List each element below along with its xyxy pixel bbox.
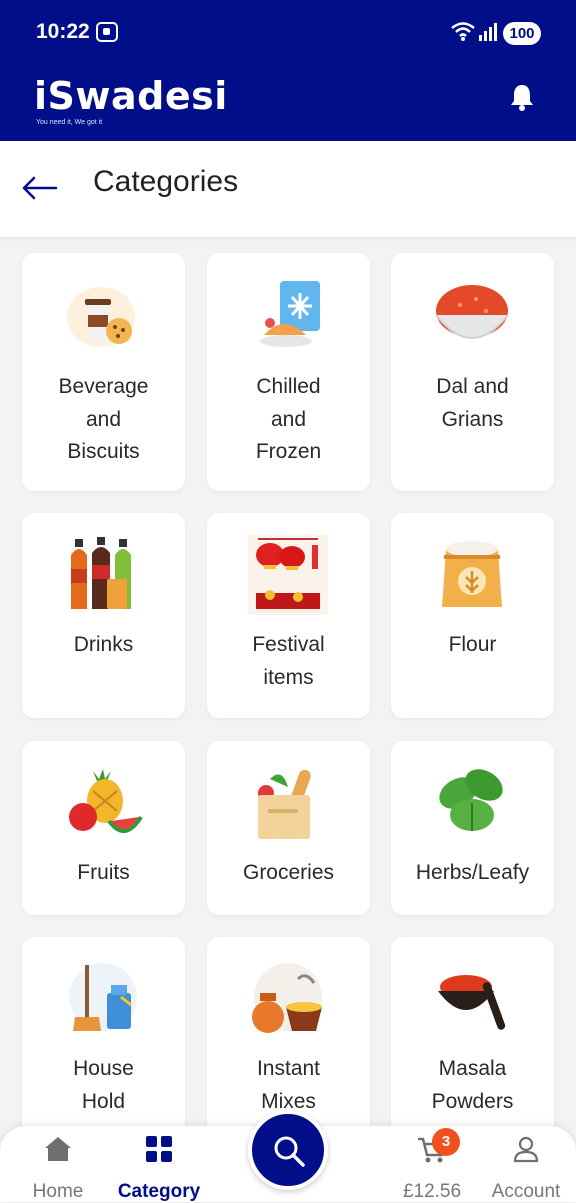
category-label-line: Powders — [431, 1089, 514, 1113]
nav-category-label: Category — [117, 1181, 201, 1202]
category-label-line: and — [85, 407, 122, 431]
lentils-bowl-icon — [435, 285, 509, 339]
category-label: Chilled and Frozen — [211, 371, 366, 469]
category-label-line: Grians — [441, 407, 504, 431]
nav-account[interactable]: Account — [486, 1126, 566, 1202]
category-label-line: and — [270, 407, 307, 431]
fruits-icon — [69, 769, 143, 833]
category-label: Beverage and Biscuits — [26, 371, 181, 469]
battery-indicator: 100 — [503, 22, 541, 45]
wifi-icon — [451, 22, 475, 41]
category-label-line: Festival — [252, 633, 325, 656]
cart-total: £12.56 — [402, 1181, 462, 1202]
frozen-food-icon — [260, 281, 320, 347]
category-label: Instant Mixes — [211, 1053, 366, 1118]
signal-icon — [479, 23, 497, 41]
category-card-drinks[interactable]: Drinks — [22, 513, 185, 718]
page-header: Categories — [0, 141, 576, 237]
category-label: Festival items — [211, 629, 366, 694]
category-label-line: Groceries — [242, 861, 335, 884]
notification-bell-icon[interactable] — [508, 82, 536, 112]
cleaning-supplies-icon — [69, 963, 137, 1031]
category-grid: Beverage and Biscuits Chilled and Frozen… — [0, 237, 576, 1137]
back-arrow-icon[interactable] — [20, 173, 60, 203]
nav-account-label: Account — [491, 1181, 561, 1202]
category-label-line: Herbs/Leafy — [415, 861, 530, 884]
category-label-line: Fruits — [77, 861, 130, 884]
category-label-line: Dal and — [436, 375, 509, 398]
category-card-masala-powders[interactable]: Masala Powders — [391, 937, 554, 1137]
status-time: 10:22 — [36, 20, 90, 43]
search-button[interactable] — [248, 1110, 328, 1190]
category-label: Fruits — [26, 857, 181, 890]
category-card-instant-mixes[interactable]: Instant Mixes — [207, 937, 370, 1137]
category-label-line: Frozen — [255, 440, 322, 463]
logo-text: iSwadesi — [34, 74, 228, 118]
cart-count-badge: 3 — [432, 1128, 460, 1156]
category-card-beverage-biscuits[interactable]: Beverage and Biscuits — [22, 253, 185, 491]
search-icon — [274, 1136, 305, 1167]
home-icon — [45, 1137, 71, 1161]
nav-home[interactable]: Home — [18, 1126, 98, 1202]
category-label-line: Instant — [256, 1057, 321, 1080]
category-label: Dal and Grians — [395, 371, 550, 436]
category-card-chilled-frozen[interactable]: Chilled and Frozen — [207, 253, 370, 491]
category-label: Masala Powders — [395, 1053, 550, 1118]
category-label-line: Masala — [438, 1057, 507, 1080]
category-label-line: items — [263, 665, 314, 689]
category-label-line: Hold — [81, 1089, 126, 1113]
logo-tagline: You need it, We got it — [36, 119, 103, 126]
page-title: Categories — [93, 165, 239, 198]
category-card-fruits[interactable]: Fruits — [22, 741, 185, 915]
lanterns-icon — [248, 535, 328, 615]
brand-logo[interactable]: iSwadesi You need it, We got it — [34, 74, 228, 126]
soda-bottles-icon — [71, 537, 131, 609]
category-card-groceries[interactable]: Groceries — [207, 741, 370, 915]
instant-food-icon — [252, 963, 322, 1033]
basil-leaves-icon — [439, 769, 503, 831]
grid-icon — [146, 1136, 172, 1162]
spice-bowl-icon — [438, 975, 506, 1030]
category-label: Herbs/Leafy — [395, 857, 550, 890]
category-label: Flour — [395, 629, 550, 662]
flour-sack-icon — [442, 541, 502, 607]
category-card-dal-grains[interactable]: Dal and Grians — [391, 253, 554, 491]
category-label-line: Flour — [448, 633, 497, 656]
app-header: iSwadesi You need it, We got it — [0, 66, 576, 141]
category-label: Groceries — [211, 857, 366, 890]
screen-record-icon — [96, 22, 118, 42]
nav-home-label: Home — [32, 1181, 84, 1202]
category-label-line: Beverage — [58, 375, 149, 398]
grocery-bag-icon — [258, 769, 311, 839]
category-label: House Hold — [26, 1053, 181, 1118]
status-bar: 10:22 100 — [0, 0, 576, 66]
category-card-flour[interactable]: Flour — [391, 513, 554, 718]
category-card-festival-items[interactable]: Festival items — [207, 513, 370, 718]
category-label-line: Chilled — [256, 375, 321, 398]
account-icon — [513, 1136, 539, 1163]
category-card-household[interactable]: House Hold — [22, 937, 185, 1137]
category-label-line: House — [73, 1057, 134, 1080]
category-label-line: Biscuits — [67, 440, 140, 463]
category-label-line: Drinks — [73, 633, 134, 656]
category-label: Drinks — [26, 629, 181, 662]
coffee-cookie-icon — [67, 287, 135, 347]
nav-category[interactable]: Category — [112, 1126, 206, 1202]
category-card-herbs-leafy[interactable]: Herbs/Leafy — [391, 741, 554, 915]
